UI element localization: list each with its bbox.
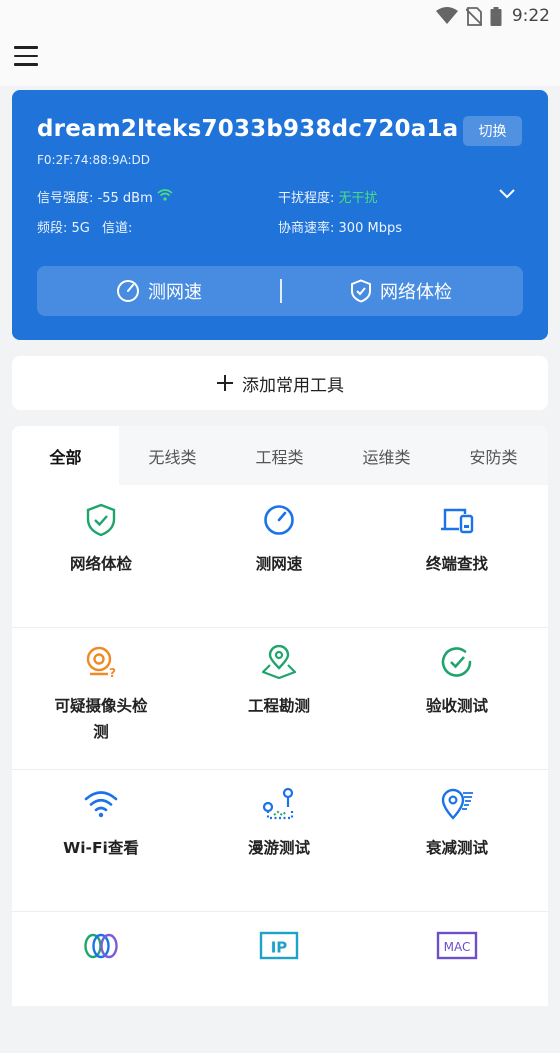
signal-attenuation-icon <box>441 788 473 820</box>
tool-label: 测网速 <box>255 555 303 573</box>
checkup-label: 网络体检 <box>380 282 452 303</box>
svg-text:MAC: MAC <box>444 940 471 954</box>
tool-suspicious-camera[interactable]: ? 可疑摄像头检 测 <box>12 627 190 769</box>
interference-rings-icon <box>84 933 118 959</box>
status-time: 9:22 <box>511 6 550 26</box>
tool-roaming-test[interactable]: 漫游测试 <box>190 769 368 911</box>
status-bar: 9:22 <box>0 0 560 32</box>
tab-all[interactable]: 全部 <box>12 426 119 485</box>
tool-network-checkup[interactable]: 网络体检 <box>12 485 190 627</box>
tool-attenuation-test[interactable]: 衰减测试 <box>368 769 546 911</box>
camera-question-icon: ? <box>86 646 116 679</box>
negotiated-rate: 协商速率: 300 Mbps <box>278 217 402 236</box>
interference: 干扰程度: 无干扰 <box>278 187 378 206</box>
no-sim-icon <box>465 6 482 26</box>
speedometer-icon <box>117 280 139 302</box>
roaming-path-icon <box>262 787 294 820</box>
tool-row: Wi-Fi查看 漫游测试 衰减测试 <box>12 769 548 912</box>
chevron-down-icon[interactable] <box>498 188 516 200</box>
tool-label: 漫游测试 <box>247 839 310 857</box>
wifi-signal-icon <box>435 7 458 24</box>
action-divider <box>280 279 282 303</box>
tool-row: IP MAC <box>12 911 548 1053</box>
tool-label: Wi-Fi查看 <box>63 839 139 857</box>
tab-wireless[interactable]: 无线类 <box>119 426 226 485</box>
add-common-tools-button[interactable]: 添加常用工具 <box>12 356 548 410</box>
interference-value: 无干扰 <box>338 191 378 206</box>
signal-strength-label: 信号强度: <box>37 191 94 206</box>
tool-label-line2: 测 <box>93 723 109 741</box>
wifi-mac-address: F0:2F:74:88:9A:DD <box>37 153 151 167</box>
tool-wifi-view[interactable]: Wi-Fi查看 <box>12 769 190 911</box>
tab-engineering[interactable]: 工程类 <box>226 426 333 485</box>
channel-label: 信道: <box>102 221 133 236</box>
signal-strength-value: -55 dBm <box>97 191 153 206</box>
ip-lookup-icon: IP <box>259 931 299 960</box>
signal-strength: 信号强度: -55 dBm <box>37 187 173 206</box>
svg-text:?: ? <box>109 666 116 679</box>
rate-value: 300 Mbps <box>338 221 402 236</box>
location-survey-icon <box>262 645 296 679</box>
tool-label: 工程勘测 <box>247 697 310 715</box>
category-tabs: 全部 无线类 工程类 运维类 安防类 <box>12 426 548 485</box>
tool-label: 可疑摄像头检 测 <box>26 693 176 745</box>
tool-row: ? 可疑摄像头检 测 工程勘测 验收测试 <box>12 627 548 770</box>
shield-check-icon <box>351 279 371 303</box>
tool-label: 衰减测试 <box>425 839 488 857</box>
wifi-strength-icon <box>157 189 173 201</box>
status-icons: 9:22 <box>435 4 550 28</box>
tool-interference-test[interactable] <box>12 911 190 1053</box>
band-value: 5G <box>71 221 90 236</box>
tool-device-finder[interactable]: 终端查找 <box>368 485 546 627</box>
tool-label-line1: 可疑摄像头检 <box>54 697 148 715</box>
check-circle-icon <box>441 647 472 677</box>
tool-label: 终端查找 <box>425 555 488 573</box>
mac-lookup-icon: MAC <box>436 931 478 960</box>
top-bar <box>0 32 560 86</box>
tool-ip-lookup[interactable]: IP <box>190 911 368 1053</box>
shield-check-icon <box>86 503 116 537</box>
menu-icon[interactable] <box>14 46 38 68</box>
tool-row: 网络体检 测网速 终端查找 <box>12 485 548 628</box>
tab-security[interactable]: 安防类 <box>440 426 547 485</box>
wifi-icon <box>84 791 118 818</box>
tools-panel: 全部 无线类 工程类 运维类 安防类 网络体检 测网速 终端查找 ? 可疑摄像头… <box>12 426 548 1006</box>
devices-icon <box>441 508 474 534</box>
plus-icon <box>217 375 233 391</box>
tool-acceptance-test[interactable]: 验收测试 <box>368 627 546 769</box>
wifi-ssid: dream2lteks7033b938dc720a1a <box>37 116 459 142</box>
tool-engineering-survey[interactable]: 工程勘测 <box>190 627 368 769</box>
tool-label: 网络体检 <box>69 555 132 573</box>
speedometer-icon <box>264 505 294 535</box>
switch-network-button[interactable]: 切换 <box>463 116 522 146</box>
band-label: 频段: <box>37 221 68 236</box>
speedtest-button[interactable]: 测网速 <box>116 266 202 316</box>
add-tools-label: 添加常用工具 <box>242 375 344 396</box>
quick-action-bar: 测网速 网络体检 <box>37 266 523 316</box>
svg-text:IP: IP <box>271 939 288 957</box>
battery-icon <box>490 6 502 26</box>
network-checkup-button[interactable]: 网络体检 <box>350 266 452 316</box>
rate-label: 协商速率: <box>278 221 335 236</box>
tool-speedtest[interactable]: 测网速 <box>190 485 368 627</box>
wifi-info-card: dream2lteks7033b938dc720a1a 切换 F0:2F:74:… <box>12 90 548 340</box>
tool-label: 验收测试 <box>425 697 488 715</box>
tab-operations[interactable]: 运维类 <box>333 426 440 485</box>
interference-label: 干扰程度: <box>278 191 335 206</box>
band-channel: 频段: 5G 信道: <box>37 217 132 236</box>
speedtest-label: 测网速 <box>148 282 202 303</box>
tool-mac-lookup[interactable]: MAC <box>368 911 546 1053</box>
